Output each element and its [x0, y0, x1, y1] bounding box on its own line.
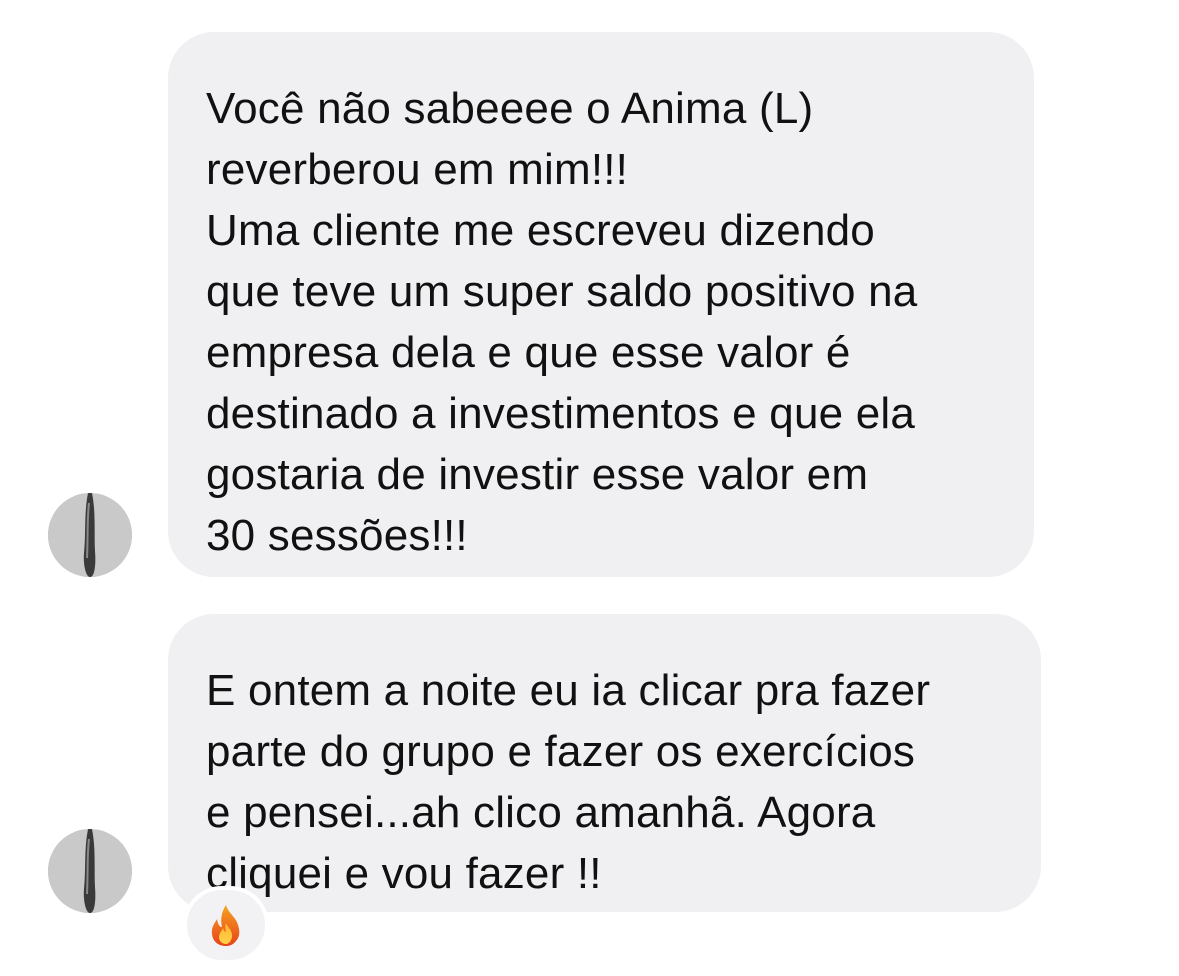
- message-line: parte do grupo e fazer os exercícios: [206, 727, 916, 776]
- message-line: Você não sabeeee o Anima (L): [206, 84, 814, 133]
- message-line: e pensei...ah clico amanhã. Agora: [206, 788, 876, 837]
- sender-avatar[interactable]: [48, 493, 132, 577]
- message-line: cliquei e vou fazer !!: [206, 849, 602, 898]
- message-line: Uma cliente me escreveu dizendo: [206, 206, 875, 255]
- message-line: gostaria de investir esse valor em: [206, 450, 869, 499]
- message-line: reverberou em mim!!!: [206, 145, 629, 194]
- message-line: E ontem a noite eu ia clicar pra fazer: [206, 666, 931, 715]
- avatar-photo-icon: [48, 829, 132, 913]
- message-line: 30 sessões!!!: [206, 511, 468, 560]
- fire-icon: [211, 905, 240, 946]
- avatar-photo-icon: [48, 493, 132, 577]
- message-line: que teve um super saldo positivo na: [206, 267, 918, 316]
- reaction-badge[interactable]: [183, 886, 269, 964]
- message-line: empresa dela e que esse valor é: [206, 328, 851, 377]
- message-bubble[interactable]: Você não sabeeee o Anima (L) reverberou …: [168, 32, 1034, 577]
- message-bubble[interactable]: E ontem a noite eu ia clicar pra fazer p…: [168, 614, 1041, 912]
- sender-avatar[interactable]: [48, 829, 132, 913]
- message-line: destinado a investimentos e que ela: [206, 389, 916, 438]
